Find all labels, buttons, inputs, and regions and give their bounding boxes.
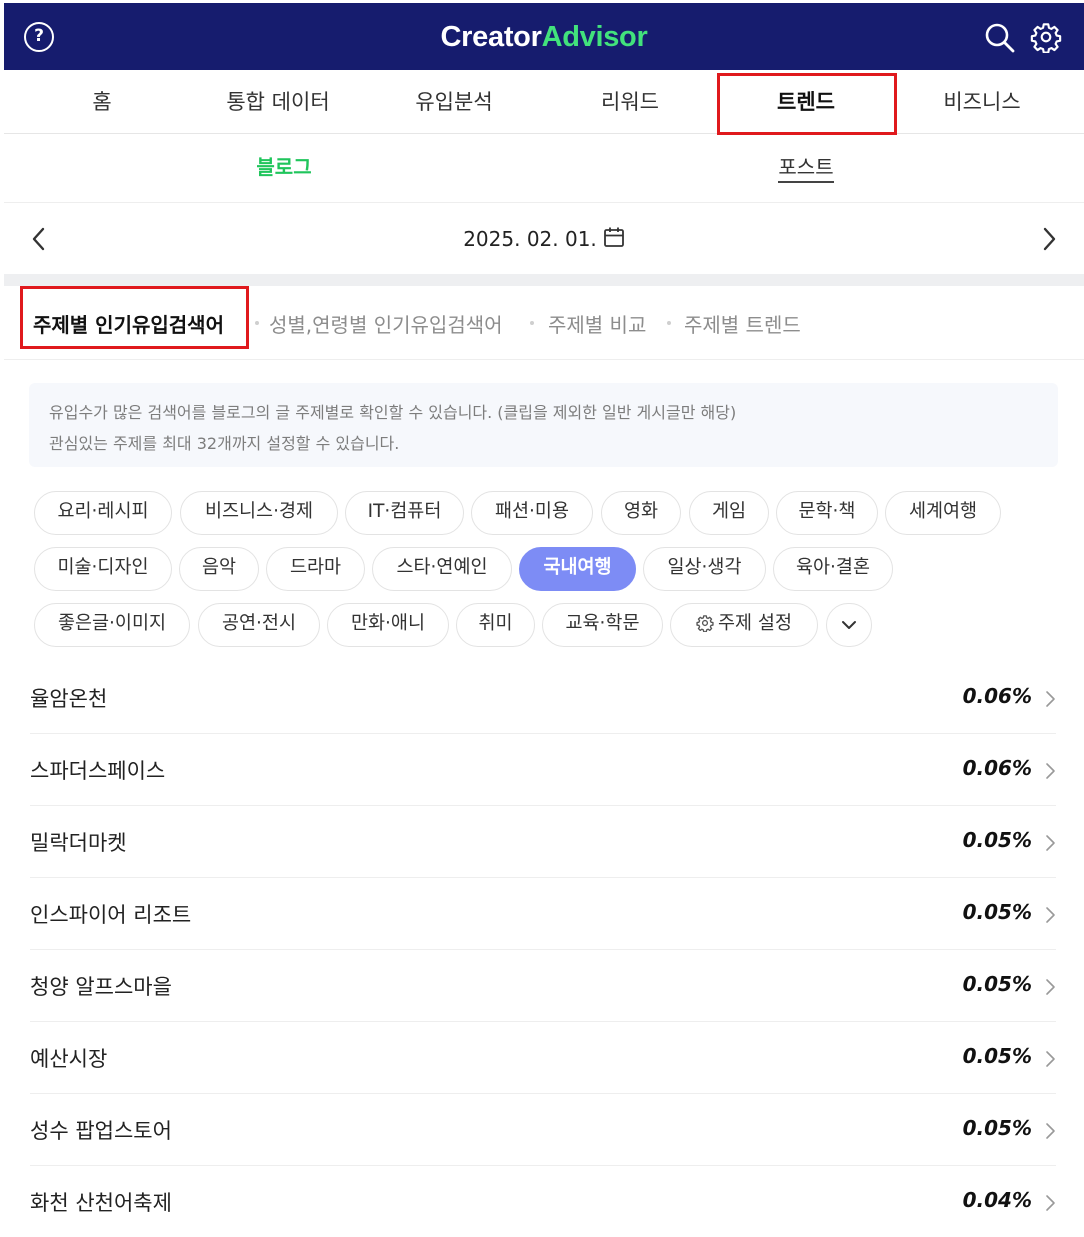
section-divider bbox=[4, 274, 1084, 286]
sub-tab-bar: 블로그 포스트 bbox=[4, 135, 1084, 203]
chevron-down-icon bbox=[842, 621, 856, 629]
keyword-row[interactable]: 화천 산천어축제 0.04% bbox=[30, 1166, 1056, 1237]
info-notice: 유입수가 많은 검색어를 블로그의 글 주제별로 확인할 수 있습니다. (클립… bbox=[29, 383, 1058, 467]
chevron-right-icon bbox=[1046, 691, 1055, 707]
topic-chip[interactable]: 취미 bbox=[456, 603, 535, 647]
keyword-share: 0.04% bbox=[962, 1188, 1032, 1212]
app-logo[interactable]: CreatorAdvisor bbox=[4, 21, 1084, 54]
topic-chip-selected[interactable]: 국내여행 bbox=[519, 547, 636, 591]
topic-chip[interactable]: 스타·연예인 bbox=[372, 547, 512, 591]
tab-integrated-data[interactable]: 통합 데이터 bbox=[190, 70, 366, 134]
topic-chip[interactable]: 요리·레시피 bbox=[34, 491, 172, 535]
keyword-row[interactable]: 청양 알프스마을 0.05% bbox=[30, 950, 1056, 1022]
topic-chip[interactable]: 공연·전시 bbox=[198, 603, 320, 647]
topic-chip[interactable]: 좋은글·이미지 bbox=[34, 603, 190, 647]
topic-chip[interactable]: 영화 bbox=[601, 491, 681, 535]
keyword-text: 율암온천 bbox=[30, 687, 108, 711]
logo-advisor: Advisor bbox=[541, 21, 648, 53]
topic-chip[interactable]: 드라마 bbox=[266, 547, 365, 591]
keyword-share: 0.05% bbox=[962, 972, 1032, 996]
gear-icon bbox=[696, 615, 714, 632]
tab-gender-age-keywords[interactable]: 성별,연령별 인기유입검색어 bbox=[269, 309, 503, 338]
topic-chip[interactable]: 문학·책 bbox=[776, 491, 878, 535]
tab-home[interactable]: 홈 bbox=[14, 70, 190, 134]
keyword-row[interactable]: 예산시장 0.05% bbox=[30, 1022, 1056, 1094]
search-icon[interactable] bbox=[984, 22, 1016, 54]
topic-chip[interactable]: 패션·미용 bbox=[471, 491, 593, 535]
separator-dot bbox=[667, 321, 671, 325]
date-navigator: 2025. 02. 01. bbox=[4, 204, 1084, 274]
chevron-right-icon bbox=[1046, 1195, 1055, 1211]
topic-chip[interactable]: 게임 bbox=[689, 491, 769, 535]
keyword-row[interactable]: 스파더스페이스 0.06% bbox=[30, 734, 1056, 806]
tab-business[interactable]: 비즈니스 bbox=[894, 70, 1070, 134]
tab-blog[interactable]: 블로그 bbox=[134, 135, 434, 203]
tab-topic-compare[interactable]: 주제별 비교 bbox=[548, 309, 646, 338]
topic-chip[interactable]: 음악 bbox=[179, 547, 259, 591]
tab-post[interactable]: 포스트 bbox=[656, 135, 956, 203]
main-tab-bar: 홈 통합 데이터 유입분석 리워드 트렌드 비즈니스 bbox=[4, 70, 1084, 134]
keyword-text: 인스파이어 리조트 bbox=[30, 903, 192, 927]
highlight-topic-keywords-tab bbox=[20, 286, 249, 349]
keyword-share: 0.06% bbox=[962, 756, 1032, 780]
keyword-row[interactable]: 율암온천 0.06% bbox=[30, 662, 1056, 734]
calendar-icon bbox=[603, 227, 624, 247]
keyword-text: 성수 팝업스토어 bbox=[30, 1119, 172, 1143]
keyword-text: 화천 산천어축제 bbox=[30, 1191, 172, 1215]
keyword-row[interactable]: 밀락더마켓 0.05% bbox=[30, 806, 1056, 878]
keyword-share: 0.05% bbox=[962, 828, 1032, 852]
tab-topic-trend[interactable]: 주제별 트렌드 bbox=[684, 309, 801, 338]
chevron-right-icon bbox=[1046, 1051, 1055, 1067]
keyword-row[interactable]: 인스파이어 리조트 0.05% bbox=[30, 878, 1056, 950]
keyword-text: 스파더스페이스 bbox=[30, 759, 166, 783]
topic-chip[interactable]: 교육·학문 bbox=[542, 603, 663, 647]
date-picker[interactable]: 2025. 02. 01. bbox=[4, 226, 1084, 251]
keyword-share: 0.06% bbox=[962, 684, 1032, 708]
tab-reward[interactable]: 리워드 bbox=[542, 70, 718, 134]
chevron-right-icon bbox=[1046, 907, 1055, 923]
info-line-2: 관심있는 주제를 최대 32개까지 설정할 수 있습니다. bbox=[49, 434, 400, 453]
keyword-text: 밀락더마켓 bbox=[30, 831, 127, 855]
highlight-trend-tab bbox=[717, 73, 897, 135]
tab-inflow-analysis[interactable]: 유입분석 bbox=[366, 70, 542, 134]
topic-chip[interactable]: 육아·결혼 bbox=[773, 547, 893, 591]
keyword-share: 0.05% bbox=[962, 1116, 1032, 1140]
topic-settings-button[interactable]: 주제 설정 bbox=[670, 603, 818, 647]
keyword-text: 예산시장 bbox=[30, 1047, 108, 1071]
chevron-right-icon[interactable] bbox=[1040, 226, 1058, 252]
topic-settings-label: 주제 설정 bbox=[718, 613, 792, 634]
keyword-share: 0.05% bbox=[962, 900, 1032, 924]
keyword-share: 0.05% bbox=[962, 1044, 1032, 1068]
chevron-right-icon bbox=[1046, 1123, 1055, 1139]
separator-dot bbox=[530, 321, 534, 325]
expand-topics-button[interactable] bbox=[826, 603, 872, 647]
app-header: ? CreatorAdvisor bbox=[4, 3, 1084, 70]
keyword-text: 청양 알프스마을 bbox=[30, 975, 172, 999]
logo-creator: Creator bbox=[440, 21, 542, 53]
chevron-right-icon bbox=[1046, 763, 1055, 779]
gear-icon[interactable] bbox=[1030, 21, 1062, 53]
topic-chip[interactable]: 비즈니스·경제 bbox=[180, 491, 338, 535]
topic-chip[interactable]: 세계여행 bbox=[885, 491, 1001, 535]
topic-chip[interactable]: 만화·애니 bbox=[327, 603, 449, 647]
info-line-1: 유입수가 많은 검색어를 블로그의 글 주제별로 확인할 수 있습니다. (클립… bbox=[49, 403, 737, 422]
topic-chip[interactable]: 미술·디자인 bbox=[34, 547, 172, 591]
current-date: 2025. 02. 01. bbox=[463, 227, 597, 251]
keyword-row[interactable]: 성수 팝업스토어 0.05% bbox=[30, 1094, 1056, 1166]
chevron-right-icon bbox=[1046, 979, 1055, 995]
chevron-right-icon bbox=[1046, 835, 1055, 851]
separator-dot bbox=[255, 321, 259, 325]
topic-chip[interactable]: IT·컴퓨터 bbox=[345, 491, 464, 535]
tab-post-label: 포스트 bbox=[778, 155, 834, 183]
topic-chip[interactable]: 일상·생각 bbox=[643, 547, 766, 591]
